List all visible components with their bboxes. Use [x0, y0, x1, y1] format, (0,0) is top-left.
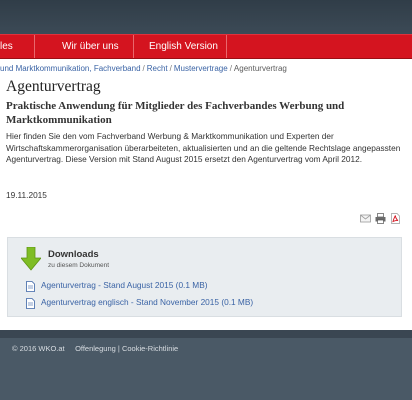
footer-separator: | — [117, 344, 120, 353]
breadcrumb: und Marktkommunikation, Fachverband / Rech… — [0, 64, 287, 73]
footer-link-cookie-richtlinie[interactable]: Cookie-Richtlinie — [122, 344, 178, 353]
breadcrumb-link[interactable]: und Marktkommunikation, Fachverband — [0, 64, 141, 73]
footer-links: © 2016 WKO.at Offenlegung | Cookie-Richt… — [12, 344, 178, 353]
print-icon[interactable] — [375, 211, 386, 224]
nav-item-partial[interactable]: les — [0, 35, 13, 58]
pdf-icon[interactable] — [390, 211, 401, 224]
download-arrow-icon — [20, 246, 42, 271]
page-subtitle: Praktische Anwendung für Mitglieder des … — [6, 100, 345, 126]
footer-copyright: © 2016 WKO.at — [12, 344, 65, 353]
download-link[interactable]: Agenturvertrag englisch - Stand November… — [41, 297, 253, 307]
top-header-bar — [0, 0, 412, 34]
document-icon — [26, 279, 35, 292]
nav-item-english-version[interactable]: English Version — [149, 35, 218, 58]
document-icon — [26, 296, 35, 309]
download-link[interactable]: Agenturvertrag - Stand August 2015 (0.1 … — [41, 280, 208, 290]
footer-link-offenlegung[interactable]: Offenlegung — [75, 344, 116, 353]
breadcrumb-separator: / — [169, 64, 172, 73]
downloads-subtitle: zu diesem Dokument — [48, 262, 110, 269]
footer: © 2016 WKO.at Offenlegung | Cookie-Richt… — [0, 330, 412, 400]
publish-date: 19.11.2015 — [6, 190, 47, 200]
nav-separator — [133, 35, 134, 58]
downloads-title: Downloads — [48, 249, 99, 260]
page-title: Agenturvertrag — [6, 78, 101, 95]
breadcrumb-separator: / — [229, 64, 232, 73]
email-icon[interactable] — [360, 211, 371, 223]
breadcrumb-current: Agenturvertrag — [233, 64, 287, 73]
breadcrumb-link[interactable]: Recht — [147, 64, 168, 73]
nav-separator — [226, 35, 227, 58]
breadcrumb-link[interactable]: Mustervertrage — [174, 64, 228, 73]
nav-separator — [34, 35, 35, 58]
footer-divider — [0, 330, 412, 338]
main-content: und Marktkommunikation, Fachverband / Rech… — [0, 59, 412, 330]
breadcrumb-separator: / — [142, 64, 145, 73]
main-navigation: les Wir über uns English Version — [0, 34, 412, 59]
downloads-box: Downloads zu diesem Dokument Agenturvert… — [7, 237, 402, 317]
page-body-text: Hier finden Sie den vom Fachverband Werb… — [6, 131, 401, 164]
nav-item-wir-ueber-uns[interactable]: Wir über uns — [62, 35, 119, 58]
